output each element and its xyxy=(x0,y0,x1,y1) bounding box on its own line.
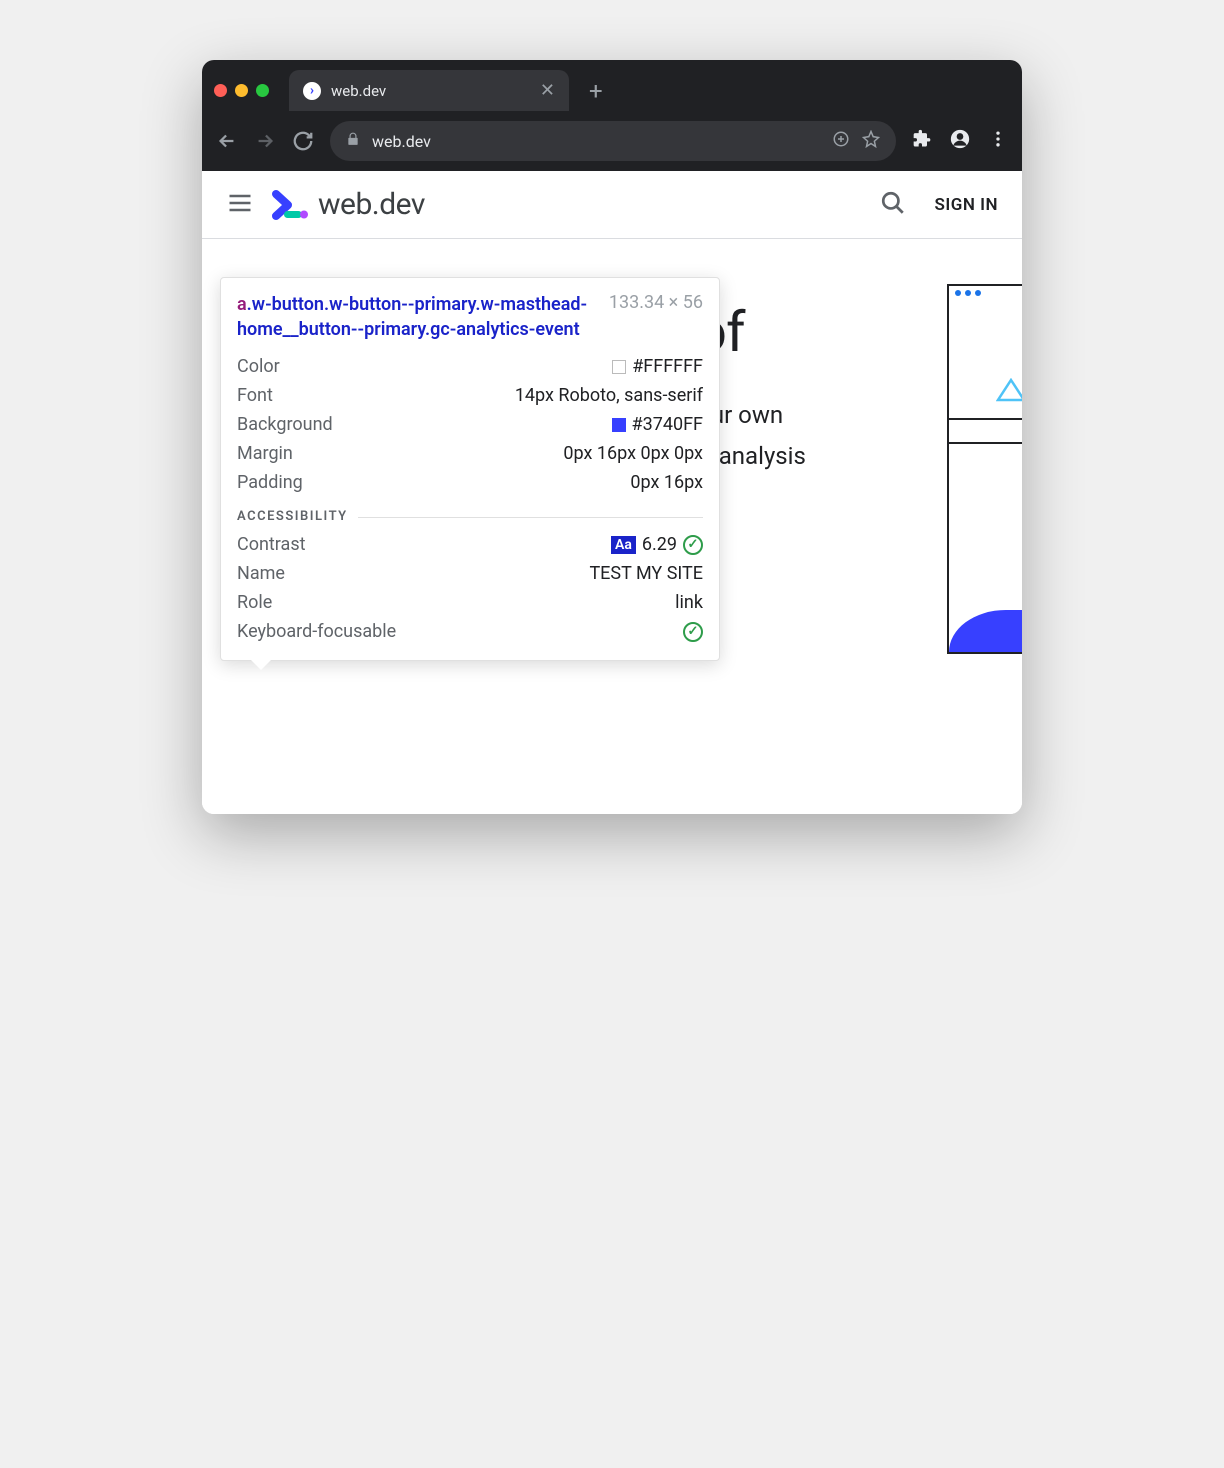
reload-button[interactable] xyxy=(292,130,314,152)
signin-link[interactable]: SIGN IN xyxy=(934,195,998,215)
contrast-badge: Aa xyxy=(611,536,636,554)
close-window-button[interactable] xyxy=(214,84,227,97)
logo-text: web.dev xyxy=(318,187,425,222)
maximize-window-button[interactable] xyxy=(256,84,269,97)
new-tab-button[interactable]: + xyxy=(579,77,613,105)
site-logo[interactable]: web.dev xyxy=(270,187,425,222)
close-tab-button[interactable]: ✕ xyxy=(540,80,555,101)
star-icon[interactable] xyxy=(862,130,880,152)
menu-icon[interactable] xyxy=(988,129,1008,153)
style-row-background: Background #3740FF xyxy=(237,410,703,439)
page-content: web.dev SIGN IN a.w-button.w-button--pri… xyxy=(202,171,1022,814)
hamburger-menu-button[interactable] xyxy=(226,189,254,221)
color-swatch-icon xyxy=(612,360,626,374)
add-to-bookmarks-icon[interactable] xyxy=(832,130,850,152)
hero-illustration xyxy=(947,284,1022,654)
lock-icon xyxy=(346,131,360,151)
browser-toolbar: web.dev xyxy=(202,111,1022,171)
element-selector: a.w-button.w-button--primary.w-masthead-… xyxy=(237,292,597,342)
favicon-icon: › xyxy=(303,82,321,100)
toolbar-actions xyxy=(912,129,1008,153)
window-controls xyxy=(214,84,269,97)
extensions-icon[interactable] xyxy=(912,129,932,153)
style-row-font: Font 14px Roboto, sans-serif xyxy=(237,381,703,410)
url-text: web.dev xyxy=(372,132,820,151)
browser-chrome: › web.dev ✕ + web.dev xyxy=(202,60,1022,171)
site-header: web.dev SIGN IN xyxy=(202,171,1022,239)
style-row-padding: Padding 0px 16px xyxy=(237,468,703,497)
search-button[interactable] xyxy=(880,190,906,220)
accessibility-section-header: ACCESSIBILITY xyxy=(237,509,703,524)
check-icon: ✓ xyxy=(683,622,703,642)
forward-button[interactable] xyxy=(254,130,276,152)
tab-title: web.dev xyxy=(331,82,530,100)
logo-mark-icon xyxy=(270,190,310,220)
check-icon: ✓ xyxy=(683,535,703,555)
tab-bar: › web.dev ✕ + xyxy=(202,60,1022,111)
color-swatch-icon xyxy=(612,418,626,432)
style-row-color: Color #FFFFFF xyxy=(237,352,703,381)
minimize-window-button[interactable] xyxy=(235,84,248,97)
a11y-row-role: Role link xyxy=(237,588,703,617)
element-dimensions: 133.34 × 56 xyxy=(609,292,703,342)
devtools-inspector-tooltip: a.w-button.w-button--primary.w-masthead-… xyxy=(220,277,720,661)
profile-icon[interactable] xyxy=(950,129,970,153)
a11y-row-keyboard: Keyboard-focusable ✓ xyxy=(237,617,703,646)
a11y-row-contrast: Contrast Aa 6.29 ✓ xyxy=(237,530,703,559)
address-bar[interactable]: web.dev xyxy=(330,121,896,161)
a11y-row-name: Name TEST MY SITE xyxy=(237,559,703,588)
hero-section: a.w-button.w-button--primary.w-masthead-… xyxy=(202,239,1022,734)
footer-band xyxy=(202,734,1022,814)
browser-window: › web.dev ✕ + web.dev xyxy=(202,60,1022,814)
back-button[interactable] xyxy=(216,130,238,152)
style-row-margin: Margin 0px 16px 0px 0px xyxy=(237,439,703,468)
browser-tab[interactable]: › web.dev ✕ xyxy=(289,70,569,111)
